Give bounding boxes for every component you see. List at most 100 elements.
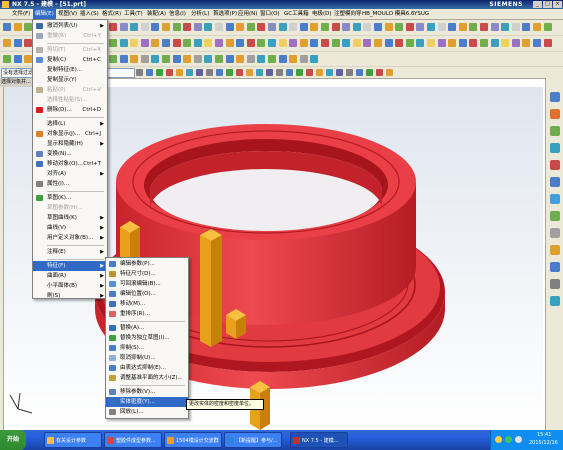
- menu-mold-wizard[interactable]: 注塑模向导: [332, 9, 364, 19]
- menu-item[interactable]: 草图(K)...: [33, 193, 107, 203]
- toolbar-tool-icon[interactable]: [374, 23, 382, 31]
- menu-item[interactable]: 对象显示(J)... Ctrl+J: [33, 129, 107, 139]
- toolbar-tool-icon[interactable]: [183, 39, 192, 47]
- selection-tool-icon[interactable]: [246, 69, 253, 76]
- menu-edit[interactable]: 编辑(E): [33, 9, 56, 19]
- toolbar-tool-icon[interactable]: [511, 39, 520, 47]
- menu-item[interactable]: 取消抑制(U)...: [106, 353, 188, 363]
- menu-item[interactable]: 对齐(A) ▶: [33, 169, 107, 179]
- web-browser-icon[interactable]: [550, 177, 560, 187]
- toolbar-tool-icon[interactable]: [193, 39, 202, 47]
- menu-item[interactable]: 复制特征(E)...: [33, 65, 107, 75]
- toolbar-tool-icon[interactable]: [151, 55, 160, 63]
- taskbar-button[interactable]: 塑胶件成型参数...: [104, 432, 162, 448]
- menu-preferences[interactable]: 首选项(P): [211, 9, 239, 19]
- toolbar-tool-icon[interactable]: [437, 39, 446, 47]
- toolbar-tool-icon[interactable]: [405, 39, 414, 47]
- toolbar-tool-icon[interactable]: [225, 55, 234, 63]
- selection-tool-icon[interactable]: [296, 69, 303, 76]
- toolbar-tool-icon[interactable]: [363, 39, 372, 47]
- toolbar-tool-icon[interactable]: [193, 55, 202, 63]
- taskbar-button[interactable]: 1504模设计交流群: [164, 432, 222, 448]
- menu-item[interactable]: 实体密度(Y)...: [106, 397, 188, 407]
- selection-tool-icon[interactable]: [146, 69, 153, 76]
- toolbar-tool-icon[interactable]: [543, 23, 552, 31]
- selection-tool-icon[interactable]: [276, 69, 283, 76]
- menu-item[interactable]: 粘贴(P) Ctrl+V: [33, 85, 107, 95]
- toolbar-tool-icon[interactable]: [172, 23, 181, 31]
- selection-tool-icon[interactable]: [176, 69, 183, 76]
- taskbar-button[interactable]: 【新提醒】参与/...: [224, 432, 282, 448]
- menu-item[interactable]: 选择性粘贴(S)...: [33, 95, 107, 105]
- toolbar-tool-icon[interactable]: [490, 23, 499, 31]
- toolbar-tool-icon[interactable]: [130, 39, 139, 47]
- toolbar-tool-icon[interactable]: [416, 23, 425, 31]
- toolbar-tool-icon[interactable]: [469, 39, 478, 47]
- selection-tool-icon[interactable]: [166, 69, 173, 76]
- menu-item[interactable]: 用户定义对象(B)... ▶: [33, 233, 107, 243]
- toolbar-tool-icon[interactable]: [384, 23, 393, 31]
- constraint-navigator-icon[interactable]: [550, 109, 560, 119]
- menu-item[interactable]: 特征尺寸(D)...: [106, 269, 188, 279]
- toolbar-tool-icon[interactable]: [395, 23, 404, 31]
- toolbar-tool-icon[interactable]: [437, 23, 446, 31]
- toolbar-tool-icon[interactable]: [204, 55, 213, 63]
- toolbar-tool-icon[interactable]: [384, 39, 393, 47]
- menu-electrode[interactable]: 电极(D): [310, 9, 334, 19]
- toolbar-tool-icon[interactable]: [130, 23, 139, 31]
- selection-tool-icon[interactable]: [256, 69, 263, 76]
- toolbar-tool-icon[interactable]: [501, 39, 510, 47]
- toolbar-tool-icon[interactable]: [183, 55, 192, 63]
- toolbar-tool-icon[interactable]: [24, 55, 33, 63]
- menu-format[interactable]: 格式(R): [100, 9, 123, 19]
- toolbar-tool-icon[interactable]: [405, 23, 414, 31]
- system-scenes-icon[interactable]: [550, 279, 560, 289]
- toolbar-tool-icon[interactable]: [236, 39, 245, 47]
- toolbar-tool-icon[interactable]: [427, 39, 435, 47]
- reuse-library-icon[interactable]: [550, 143, 560, 153]
- toolbar-tool-icon[interactable]: [215, 39, 223, 47]
- toolbar-tool-icon[interactable]: [469, 23, 478, 31]
- menu-item[interactable]: 小平面体(B) ▶: [33, 281, 107, 291]
- toolbar-tool-icon[interactable]: [246, 23, 255, 31]
- menu-item[interactable]: 剪切(T) Ctrl+X: [33, 45, 107, 55]
- menu-gc-toolkit[interactable]: GC工具箱: [282, 9, 311, 19]
- toolbar-tool-icon[interactable]: [268, 55, 276, 63]
- assembly-navigator-icon[interactable]: [550, 92, 560, 102]
- roles-icon[interactable]: [550, 262, 560, 272]
- toolbar-tool-icon[interactable]: [363, 23, 372, 31]
- selection-tool-icon[interactable]: [136, 69, 143, 76]
- menu-item[interactable]: 刷(S) ▶: [33, 291, 107, 301]
- toolbar-tool-icon[interactable]: [522, 23, 531, 31]
- toolbar-tool-icon[interactable]: [119, 23, 128, 31]
- toolbar-tool-icon[interactable]: [522, 39, 531, 47]
- toolbar-tool-icon[interactable]: [342, 39, 351, 47]
- toolbar-tool-icon[interactable]: [13, 23, 22, 31]
- selection-tool-icon[interactable]: [346, 69, 353, 76]
- menu-item[interactable]: 删除(D)... Ctrl+D: [33, 105, 107, 115]
- toolbar-tool-icon[interactable]: [299, 55, 308, 63]
- taskbar-button[interactable]: NX 7.5 - 建模...: [290, 432, 348, 448]
- start-button[interactable]: 开始: [0, 430, 26, 450]
- toolbar-tool-icon[interactable]: [246, 39, 255, 47]
- toolbar-tool-icon[interactable]: [299, 39, 308, 47]
- menu-item[interactable]: 替换(A)...: [106, 323, 188, 333]
- menu-item[interactable]: 属性(I)...: [33, 179, 107, 189]
- selection-tool-icon[interactable]: [266, 69, 273, 76]
- toolbar-tool-icon[interactable]: [130, 55, 139, 63]
- taskbar-button[interactable]: 有关设计参数: [44, 432, 102, 448]
- toolbar-tool-icon[interactable]: [215, 55, 223, 63]
- system-materials-icon[interactable]: [550, 211, 560, 221]
- selection-tool-icon[interactable]: [366, 69, 373, 76]
- toolbar-tool-icon[interactable]: [140, 55, 149, 63]
- toolbar-tool-icon[interactable]: [109, 39, 117, 47]
- toolbar-tool-icon[interactable]: [246, 55, 255, 63]
- selection-tool-icon[interactable]: [206, 69, 213, 76]
- menu-item[interactable]: 注释(E) ▶: [33, 247, 107, 257]
- toolbar-tool-icon[interactable]: [321, 39, 329, 47]
- toolbar-tool-icon[interactable]: [225, 39, 234, 47]
- toolbar-tool-icon[interactable]: [448, 39, 457, 47]
- toolbar-tool-icon[interactable]: [289, 55, 298, 63]
- manufacturing-wizards-icon[interactable]: [550, 245, 560, 255]
- volume-icon[interactable]: [515, 436, 522, 443]
